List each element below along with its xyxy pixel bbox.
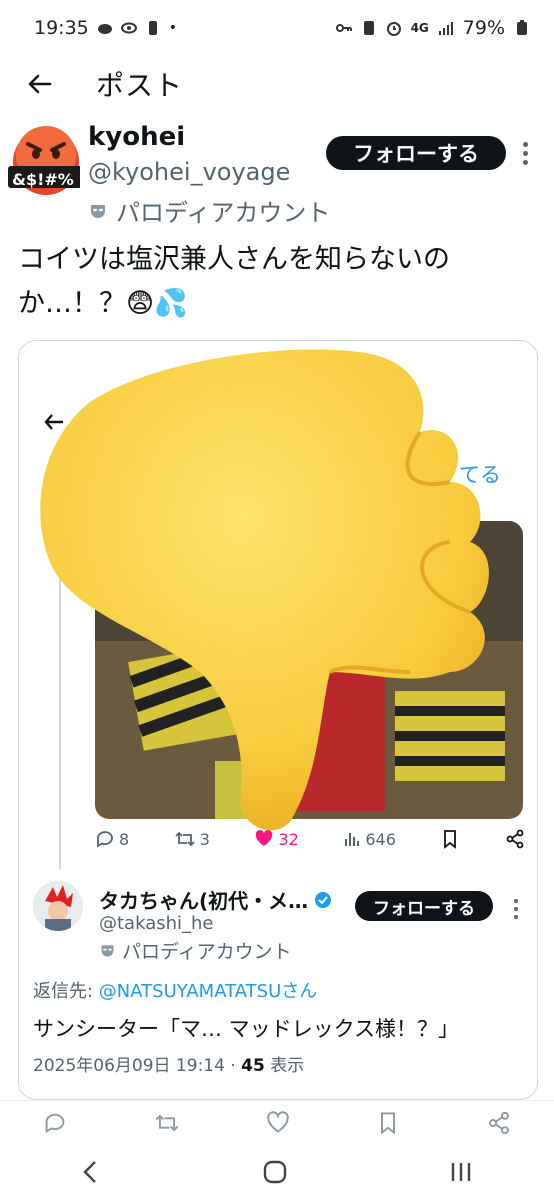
reply-icon[interactable]	[43, 1111, 67, 1135]
verified-icon	[315, 891, 332, 908]
author-handle[interactable]: @kyohei_voyage	[88, 158, 290, 186]
view-count: 646	[365, 829, 396, 849]
parody-badge: パロディアカウント	[88, 193, 330, 228]
bookmark-icon[interactable]	[440, 829, 460, 849]
quote-actions: 8 3 32 646	[95, 829, 525, 849]
like-action[interactable]: 32	[254, 829, 299, 849]
reply-to-prefix: 返信先:	[33, 981, 99, 1002]
system-navigation-bar	[0, 1144, 554, 1200]
reply-parody-badge: パロディアカウント	[99, 937, 292, 964]
inner-back-arrow-icon	[41, 409, 67, 441]
top-bar: ポスト	[0, 56, 554, 112]
post-actions-bar	[0, 1100, 554, 1144]
nav-home-icon[interactable]	[262, 1159, 288, 1185]
reply-kebab-icon[interactable]	[513, 899, 519, 919]
reply-timestamp: 2025年06月09日 19:14 ·	[33, 1056, 242, 1076]
mask-icon	[101, 945, 114, 957]
battery-label: 79%	[462, 17, 505, 39]
nav-recents-icon[interactable]	[448, 1159, 474, 1185]
reply-count: 8	[119, 829, 130, 849]
dot-icon: •	[168, 20, 178, 36]
heart-icon[interactable]	[266, 1110, 290, 1135]
reply-text: サンシーター「マ… マッドレックス様！？」	[33, 1017, 460, 1041]
status-bar: 19:35 • 4G 79%	[0, 0, 554, 56]
quote-link-fragment: てる	[459, 463, 501, 487]
repost-icon[interactable]	[154, 1111, 180, 1135]
post-text: コイツは塩沢兼人さんを知らないの か…！？😨💦	[18, 238, 538, 326]
reply-views-label: 表示	[264, 1056, 305, 1076]
repost-icon	[175, 831, 195, 847]
reply-avatar[interactable]	[33, 881, 83, 931]
back-arrow-icon[interactable]	[24, 68, 56, 100]
embedded-screenshot[interactable]: てる 8 3 32 646 タカちゃん(初代・メ… @takashi_he パロ…	[18, 340, 538, 1100]
nav-back-icon[interactable]	[80, 1159, 102, 1185]
repost-action[interactable]: 3	[174, 829, 210, 849]
notification-icon	[97, 24, 112, 34]
author-name[interactable]: kyohei	[88, 122, 185, 152]
clip-icon	[148, 21, 157, 35]
thread-line	[59, 491, 61, 869]
reply-author-name[interactable]: タカちゃん(初代・メ…	[99, 885, 332, 914]
status-time: 19:35	[34, 17, 89, 39]
quote-photo	[95, 521, 523, 819]
eye-icon	[120, 22, 137, 34]
kebab-icon[interactable]	[522, 142, 528, 165]
views-icon	[345, 833, 360, 846]
share-icon[interactable]	[505, 829, 525, 849]
heart-icon	[256, 830, 273, 846]
reply-icon	[97, 831, 113, 848]
bookmark-icon[interactable]	[376, 1111, 400, 1135]
reply-follow-button[interactable]: フォローする	[355, 891, 493, 921]
post-text-line-2: か…！？😨💦	[18, 288, 188, 319]
reply-meta: 2025年06月09日 19:14 · 45 表示	[33, 1051, 304, 1076]
reply-to-mention[interactable]: @NATSUYAMATATSUさん	[99, 981, 317, 1002]
avatar[interactable]: &$!#%	[8, 122, 82, 200]
reply-author-handle[interactable]: @takashi_he	[99, 913, 214, 934]
sim-icon	[363, 21, 374, 35]
reply-to: 返信先: @NATSUYAMATATSUさん	[33, 977, 317, 1003]
share-icon[interactable]	[487, 1111, 511, 1135]
mask-icon	[91, 204, 105, 218]
reply-action[interactable]: 8	[95, 829, 129, 849]
avatar-symbols: &$!#%	[12, 170, 74, 189]
post-text-line-1: コイツは塩沢兼人さんを知らないの	[18, 244, 450, 275]
parody-label: パロディアカウント	[116, 199, 331, 227]
alarm-icon	[386, 22, 401, 36]
battery-icon	[517, 20, 527, 35]
signal-icon	[438, 22, 453, 35]
key-icon	[335, 24, 352, 32]
repost-count: 3	[199, 829, 210, 849]
follow-button[interactable]: フォローする	[326, 136, 506, 170]
reply-author-name-text: タカちゃん(初代・メ…	[99, 889, 309, 913]
reply-views-count: 45	[241, 1056, 265, 1076]
views-action[interactable]: 646	[343, 830, 396, 849]
network-label: 4G	[410, 21, 429, 35]
like-count: 32	[278, 829, 299, 849]
page-title: ポスト	[96, 69, 184, 102]
reply-parody-label: パロディアカウント	[122, 941, 292, 963]
